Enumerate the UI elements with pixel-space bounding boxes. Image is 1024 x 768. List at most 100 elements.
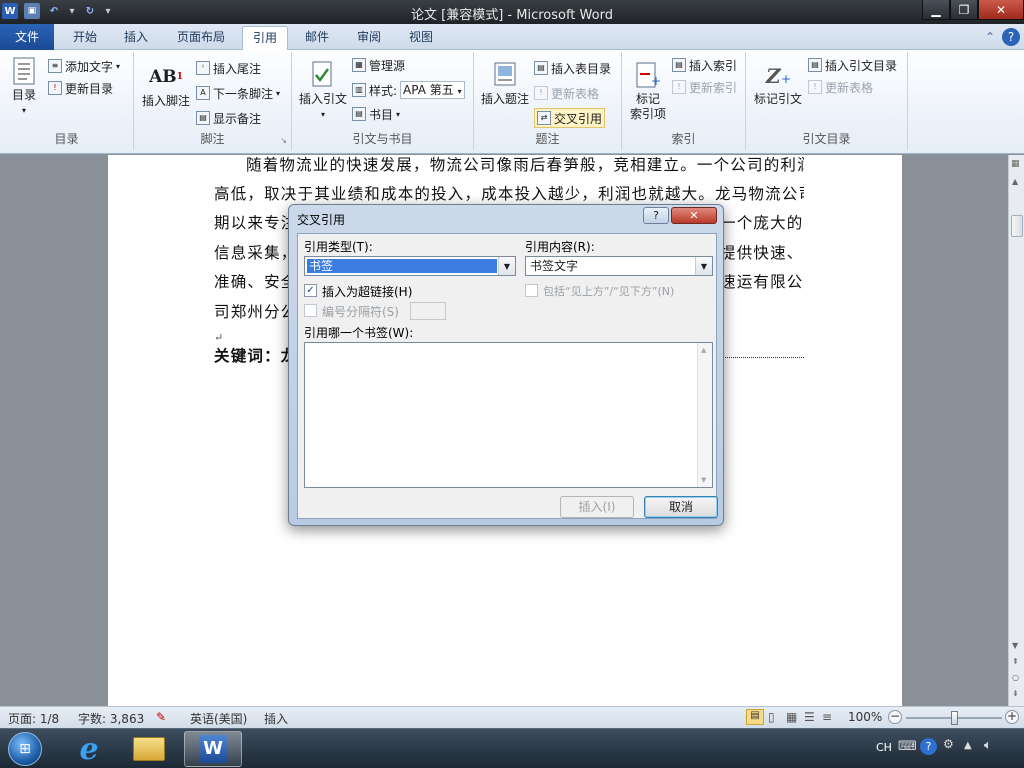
- update-toc-button[interactable]: ! 更新目录: [48, 78, 113, 98]
- next-page-icon[interactable]: ⇟: [1012, 689, 1019, 698]
- reference-content-select[interactable]: 书签文字 ▼: [525, 256, 713, 276]
- vertical-scrollbar[interactable]: ▦ ▲ ▼ ⇞ ○ ⇟: [1008, 155, 1024, 706]
- tab-mailings[interactable]: 邮件: [296, 26, 338, 50]
- tab-page-layout[interactable]: 页面布局: [168, 26, 234, 50]
- zoom-level[interactable]: 100%: [848, 710, 882, 724]
- bookmark-list[interactable]: ▲ ▼: [304, 342, 713, 488]
- tab-review[interactable]: 审阅: [348, 26, 390, 50]
- list-scroll-down-icon[interactable]: ▼: [701, 476, 706, 484]
- tab-home[interactable]: 开始: [62, 26, 108, 50]
- style-dropdown[interactable]: APA 第五 ▾: [400, 81, 465, 99]
- tab-view[interactable]: 视图: [400, 26, 442, 50]
- help-icon[interactable]: ?: [1002, 28, 1020, 46]
- full-screen-reading-icon[interactable]: ▯: [768, 710, 775, 724]
- show-notes-icon: ▤: [196, 111, 210, 125]
- browse-object-icon[interactable]: ○: [1012, 673, 1019, 682]
- toc-button[interactable]: 目录 ▾: [6, 56, 42, 118]
- hyperlink-checkbox[interactable]: ✓: [304, 284, 317, 297]
- keyboard-icon[interactable]: ⌨: [898, 739, 917, 754]
- reference-type-value: 书签: [306, 258, 498, 274]
- group-citations: 插入引文 ▾ ▦ 管理源 ▥ 样式: APA 第五 ▾ ▤ 书目 ▾ 引文与书目: [292, 52, 474, 150]
- draft-icon[interactable]: ≡: [822, 710, 832, 724]
- chevron-down-icon[interactable]: ▼: [695, 257, 712, 275]
- cancel-button[interactable]: 取消: [644, 496, 718, 518]
- tab-insert[interactable]: 插入: [114, 26, 158, 50]
- volume-icon[interactable]: 🔈︎: [984, 738, 992, 753]
- maximize-button[interactable]: ❐: [950, 0, 978, 20]
- style-selector[interactable]: ▥ 样式: APA 第五 ▾: [352, 80, 465, 100]
- update-toa-icon: !: [808, 80, 822, 94]
- scroll-thumb[interactable]: [1011, 215, 1023, 237]
- insert-mode-indicator[interactable]: 插入: [264, 710, 288, 727]
- insert-citation-button[interactable]: 插入引文 ▾: [296, 60, 350, 122]
- proofing-icon[interactable]: ✎: [156, 710, 166, 724]
- next-footnote-button[interactable]: A 下一条脚注 ▾: [196, 83, 280, 103]
- language-indicator[interactable]: 英语(美国): [190, 710, 247, 727]
- next-footnote-icon: A: [196, 86, 210, 100]
- zoom-in-icon[interactable]: +: [1005, 710, 1019, 724]
- dialog-close-button[interactable]: ✕: [671, 207, 717, 224]
- page-count[interactable]: 页面: 1/8: [8, 710, 59, 727]
- bibliography-icon: ▤: [352, 107, 366, 121]
- zoom-slider-thumb[interactable]: [951, 711, 958, 725]
- insert-footnote-button[interactable]: AB 1 插入脚注: [138, 62, 194, 109]
- taskbar-ie[interactable]: e: [62, 731, 116, 767]
- scroll-up-icon[interactable]: ▲: [1012, 177, 1018, 186]
- outline-icon[interactable]: ☰: [804, 710, 815, 724]
- minimize-ribbon-icon[interactable]: ⌃: [982, 26, 998, 50]
- reference-type-label: 引用类型(T):: [304, 240, 373, 254]
- ime-indicator[interactable]: CH: [876, 741, 892, 754]
- list-scroll-up-icon[interactable]: ▲: [701, 346, 706, 354]
- minimize-button[interactable]: ▁: [922, 0, 950, 20]
- include-above-below-checkbox[interactable]: [525, 284, 538, 297]
- ruler-toggle-icon[interactable]: ▦: [1011, 159, 1020, 169]
- insert-index-button[interactable]: ▤ 插入索引: [672, 55, 737, 75]
- prev-page-icon[interactable]: ⇞: [1012, 657, 1019, 666]
- mark-entry-button[interactable]: + 标记 索引项: [626, 60, 670, 122]
- insert-button[interactable]: 插入(I): [560, 496, 634, 518]
- ime-help-icon[interactable]: ?: [920, 738, 937, 755]
- svg-text:+: +: [651, 74, 661, 88]
- manage-sources-button[interactable]: ▦ 管理源: [352, 55, 405, 75]
- reference-type-select[interactable]: 书签 ▼: [304, 256, 516, 276]
- show-notes-button[interactable]: ▤ 显示备注: [196, 108, 261, 128]
- group-toc: 目录 ▾ ≡ 添加文字 ▾ ! 更新目录 目录: [0, 52, 134, 150]
- mark-citation-button[interactable]: Z + 标记引文: [750, 60, 806, 107]
- zoom-out-icon[interactable]: −: [888, 710, 902, 724]
- web-layout-icon[interactable]: ▦: [786, 710, 797, 724]
- chevron-down-icon[interactable]: ▼: [498, 257, 515, 275]
- show-hidden-icons[interactable]: ▲: [964, 740, 972, 751]
- dialog-help-button[interactable]: ?: [643, 207, 669, 224]
- word-count[interactable]: 字数: 3,863: [78, 710, 144, 727]
- update-table-icon: !: [534, 86, 548, 100]
- update-toa-button[interactable]: ! 更新表格: [808, 77, 873, 97]
- which-bookmark-label: 引用哪一个书签(W):: [304, 326, 414, 340]
- taskbar: ⊞ e W CH ⌨ ? ⚙ ▲ 🔈︎: [0, 728, 1024, 768]
- bookmark-list-scrollbar[interactable]: ▲ ▼: [697, 343, 712, 487]
- cross-reference-button[interactable]: ⇄ 交叉引用: [534, 108, 606, 128]
- ime-options-icon[interactable]: ⚙: [943, 737, 954, 751]
- hyperlink-label: 插入为超链接(H): [322, 285, 413, 299]
- separator-input[interactable]: [410, 302, 446, 320]
- insert-toa-icon: ▤: [808, 58, 822, 72]
- insert-endnote-button[interactable]: ᴵ 插入尾注: [196, 58, 261, 78]
- add-text-button[interactable]: ≡ 添加文字 ▾: [48, 56, 120, 76]
- insert-table-of-authorities-button[interactable]: ▤ 插入引文目录: [808, 55, 897, 75]
- scroll-down-icon[interactable]: ▼: [1012, 641, 1018, 650]
- tab-references[interactable]: 引用: [242, 26, 288, 50]
- update-index-button[interactable]: ! 更新索引: [672, 77, 737, 97]
- insert-table-of-figures-button[interactable]: ▤ 插入表目录: [534, 58, 611, 78]
- separator-checkbox[interactable]: [304, 304, 317, 317]
- citation-icon: [308, 60, 338, 90]
- insert-caption-button[interactable]: 插入题注: [478, 60, 532, 107]
- footnote-dialog-launcher-icon[interactable]: ↘: [280, 136, 287, 145]
- print-layout-icon[interactable]: ▤: [746, 709, 764, 725]
- start-button[interactable]: ⊞: [0, 731, 50, 767]
- close-button[interactable]: ✕: [978, 0, 1024, 20]
- update-table-button[interactable]: ! 更新表格: [534, 83, 599, 103]
- taskbar-word[interactable]: W: [184, 731, 242, 767]
- tab-file[interactable]: 文件: [0, 24, 54, 50]
- bibliography-button[interactable]: ▤ 书目 ▾: [352, 104, 400, 124]
- dialog-body: 引用类型(T): 书签 ▼ 引用内容(R): 书签文字 ▼ ✓ 插入为超链接(H…: [297, 233, 718, 519]
- taskbar-explorer[interactable]: [122, 731, 176, 767]
